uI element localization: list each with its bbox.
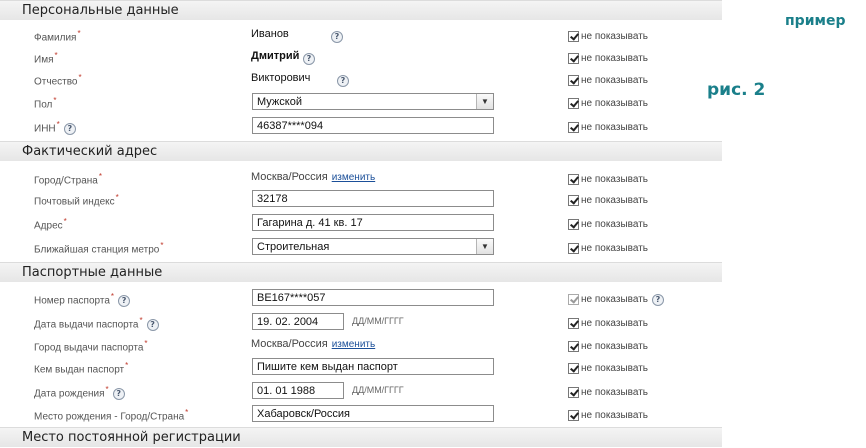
issue-city-label: Город выдачи паспорта*	[34, 339, 148, 354]
birth-date-input[interactable]: 01. 01 1988	[252, 382, 344, 399]
checkbox-checked-icon[interactable]	[568, 122, 579, 134]
row-street: Адрес* Гагарина д. 41 кв. 17 не показыва…	[0, 214, 722, 236]
checkbox-checked-icon[interactable]	[568, 75, 579, 87]
section-passport-header: Паспортные данные	[0, 262, 722, 282]
birth-date-label: Дата рождения*?	[34, 385, 125, 400]
row-patronymic: Отчество* Викторович ? не показывать	[0, 70, 722, 92]
hide-street-option[interactable]: не показывать	[568, 216, 648, 234]
row-issue-date: Дата выдачи паспорта*? 19. 02. 2004 ДД/М…	[0, 313, 722, 335]
birth-place-label: Место рождения - Город/Страна*	[34, 408, 189, 423]
hide-issued-by-option[interactable]: не показывать	[568, 360, 648, 378]
help-icon[interactable]: ?	[118, 294, 131, 307]
zip-label: Почтовый индекс*	[34, 193, 119, 208]
issued-by-label: Кем выдан паспорт*	[34, 361, 129, 376]
issue-date-label: Дата выдачи паспорта*?	[34, 316, 159, 331]
help-icon[interactable]: ?	[337, 75, 349, 87]
help-icon[interactable]: ?	[112, 387, 125, 400]
city-label: Город/Страна*	[34, 172, 102, 187]
section-personal-header: Персональные данные	[0, 0, 722, 20]
section-address-header: Фактический адрес	[0, 141, 722, 161]
checkbox-checked-icon[interactable]	[568, 341, 579, 353]
row-lastname: Фамилия* Иванов ? не показывать	[0, 26, 722, 48]
row-passport-number: Номер паспорта*? BE167****057 не показыв…	[0, 289, 722, 311]
checkbox-checked-icon[interactable]	[568, 387, 579, 399]
checkbox-checked-icon[interactable]	[568, 410, 579, 422]
zip-input[interactable]: 32178	[252, 190, 494, 207]
firstname-value: Дмитрий	[251, 50, 300, 62]
checkbox-checked-icon[interactable]	[568, 363, 579, 375]
inn-label: ИНН*?	[34, 120, 76, 135]
figure-caption: рис. 2	[707, 80, 766, 100]
row-gender: Пол* Мужской ▼ не показывать	[0, 93, 722, 115]
patronymic-label: Отчество*	[34, 73, 82, 88]
profile-form: Персональные данные Фамилия* Иванов ? не…	[0, 0, 725, 447]
checkbox-checked-icon[interactable]	[568, 98, 579, 110]
checkbox-checked-icon[interactable]	[568, 195, 579, 207]
chevron-down-icon[interactable]: ▼	[476, 94, 493, 109]
hide-issue-city-option[interactable]: не показывать	[568, 338, 648, 356]
row-issue-city: Город выдачи паспорта* Москва/Россия изме…	[0, 336, 722, 358]
help-icon[interactable]: ?	[331, 31, 343, 43]
checkbox-checked-icon[interactable]	[568, 31, 579, 43]
row-city: Город/Страна* Москва/Россия изменить не п…	[0, 169, 722, 191]
section-registration-header: Место постоянной регистрации	[0, 427, 722, 447]
passport-number-input[interactable]: BE167****057	[252, 289, 494, 306]
hide-metro-option[interactable]: не показывать	[568, 240, 648, 258]
hide-firstname-option[interactable]: не показывать	[568, 50, 648, 68]
checkbox-checked-icon[interactable]	[568, 174, 579, 186]
hide-patronymic-option[interactable]: не показывать	[568, 72, 648, 90]
row-zip: Почтовый индекс* 32178 не показывать	[0, 190, 722, 212]
gender-select[interactable]: Мужской ▼	[252, 93, 494, 110]
checkbox-checked-icon[interactable]	[568, 318, 579, 330]
issue-date-format-hint: ДД/ММ/ГГГГ	[352, 316, 404, 326]
birth-place-input[interactable]: Хабаровск/Россия	[252, 405, 494, 422]
issued-by-input[interactable]: Пишите кем выдан паспорт	[252, 358, 494, 375]
row-birth-place: Место рождения - Город/Страна* Хабаровск…	[0, 405, 722, 427]
checkbox-checked-icon[interactable]	[568, 243, 579, 255]
hide-issue-date-option[interactable]: не показывать	[568, 315, 648, 333]
passport-number-label: Номер паспорта*?	[34, 292, 131, 307]
hide-birth-place-option[interactable]: не показывать	[568, 407, 648, 425]
issue-city-value: Москва/Россия изменить	[251, 338, 376, 350]
help-icon[interactable]: ?	[652, 293, 664, 306]
city-value: Москва/Россия изменить	[251, 171, 376, 183]
checkbox-checked-icon[interactable]	[568, 53, 579, 65]
metro-label: Ближайшая станция метро*	[34, 241, 164, 256]
change-city-link[interactable]: изменить	[332, 172, 376, 183]
row-metro: Ближайшая станция метро* Строительная ▼ н…	[0, 238, 722, 260]
hide-passport-number-option[interactable]: не показывать?	[568, 291, 664, 309]
hide-birth-date-option[interactable]: не показывать	[568, 384, 648, 402]
patronymic-value: Викторович	[251, 72, 311, 84]
chevron-down-icon[interactable]: ▼	[476, 239, 493, 254]
example-note: пример	[785, 13, 846, 29]
row-issued-by: Кем выдан паспорт* Пишите кем выдан пасп…	[0, 358, 722, 380]
hide-city-option[interactable]: не показывать	[568, 171, 648, 189]
help-icon[interactable]: ?	[303, 53, 315, 65]
street-label: Адрес*	[34, 217, 67, 232]
firstname-label: Имя*	[34, 51, 58, 66]
birth-date-format-hint: ДД/ММ/ГГГГ	[352, 385, 404, 395]
inn-input[interactable]: 46387****094	[252, 117, 494, 134]
row-firstname: Имя* Дмитрий ? не показывать	[0, 48, 722, 70]
gender-label: Пол*	[34, 96, 57, 111]
issue-date-input[interactable]: 19. 02. 2004	[252, 313, 344, 330]
lastname-value: Иванов	[251, 28, 289, 40]
hide-inn-option[interactable]: не показывать	[568, 119, 648, 137]
row-birth-date: Дата рождения*? 01. 01 1988 ДД/ММ/ГГГГ н…	[0, 382, 722, 404]
hide-zip-option[interactable]: не показывать	[568, 192, 648, 210]
checkbox-checked-icon[interactable]	[568, 219, 579, 231]
hide-gender-option[interactable]: не показывать	[568, 95, 648, 113]
hide-lastname-option[interactable]: не показывать	[568, 28, 648, 46]
checkbox-checked-icon[interactable]	[568, 294, 579, 306]
row-inn: ИНН*? 46387****094 не показывать	[0, 117, 722, 139]
lastname-label: Фамилия*	[34, 29, 81, 44]
help-icon[interactable]: ?	[146, 318, 159, 331]
metro-select[interactable]: Строительная ▼	[252, 238, 494, 255]
change-issue-city-link[interactable]: изменить	[332, 339, 376, 350]
help-icon[interactable]: ?	[63, 122, 76, 135]
street-input[interactable]: Гагарина д. 41 кв. 17	[252, 214, 494, 231]
